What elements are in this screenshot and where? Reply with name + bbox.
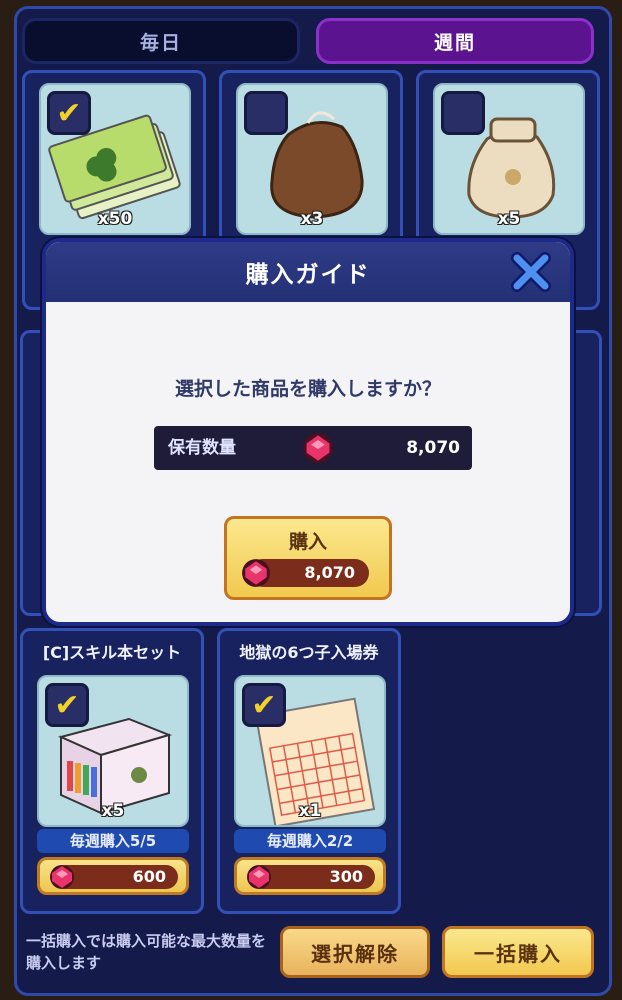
checkbox-checked[interactable]: ✔ xyxy=(45,683,89,727)
item-card[interactable]: [C]スキル本セット ✔ x5 毎週購入5/5 600 xyxy=(20,628,204,914)
item-image: ✔ x50 xyxy=(39,83,191,235)
gem-icon xyxy=(247,865,271,889)
checkbox-unchecked[interactable] xyxy=(244,91,288,135)
purchase-limit: 毎週購入2/2 xyxy=(234,829,386,853)
buy-button[interactable]: 購入 8,070 xyxy=(224,516,392,600)
price-value: 600 xyxy=(50,865,178,889)
checkbox-checked[interactable]: ✔ xyxy=(242,683,286,727)
item-title: 地獄の6つ子入場券 xyxy=(239,643,379,662)
purchase-limit: 毎週購入5/5 xyxy=(37,829,189,853)
gem-icon xyxy=(50,865,74,889)
tab-weekly[interactable]: 週間 xyxy=(316,18,594,64)
close-button[interactable] xyxy=(506,248,556,296)
item-card[interactable]: 地獄の6つ子入場券 ✔ x1 毎週購入2/2 300 xyxy=(217,628,401,914)
item-quantity: x5 xyxy=(101,801,125,821)
item-quantity: x1 xyxy=(298,801,322,821)
holding-value: 8,070 xyxy=(406,438,460,458)
item-quantity: x5 xyxy=(497,209,521,229)
item-title: [C]スキル本セット xyxy=(42,643,182,662)
item-quantity: x50 xyxy=(97,209,133,229)
item-quantity: x3 xyxy=(300,209,324,229)
price-button[interactable]: 600 xyxy=(37,857,189,895)
bulk-purchase-note: 一括購入では購入可能な最大数量を購入します xyxy=(26,932,267,972)
item-image: ✔ x5 xyxy=(37,675,189,827)
price-button[interactable]: 300 xyxy=(234,857,386,895)
close-icon xyxy=(511,252,551,292)
item-image: x3 xyxy=(236,83,388,235)
holding-label: 保有数量 xyxy=(168,438,236,458)
item-image: ✔ x1 xyxy=(234,675,386,827)
deselect-button[interactable]: 選択解除 xyxy=(280,926,430,978)
confirm-question: 選択した商品を購入しますか？ xyxy=(174,378,441,400)
price-value: 300 xyxy=(247,865,375,889)
gem-icon xyxy=(242,559,270,587)
item-image: x5 xyxy=(433,83,585,235)
bulk-purchase-button[interactable]: 一括購入 xyxy=(442,926,594,978)
tab-daily[interactable]: 毎日 xyxy=(22,18,300,64)
modal-title: 購入ガイド xyxy=(46,242,570,302)
purchase-guide-modal: 購入ガイド 選択した商品を購入しますか？ 保有数量 8,070 購入 8,070 xyxy=(42,238,574,626)
holding-amount-bar: 保有数量 8,070 xyxy=(154,426,472,470)
checkbox-checked[interactable]: ✔ xyxy=(47,91,91,135)
buy-price: 8,070 xyxy=(242,559,369,587)
gem-icon xyxy=(303,433,333,463)
checkbox-unchecked[interactable] xyxy=(441,91,485,135)
buy-label: 購入 xyxy=(288,531,327,553)
